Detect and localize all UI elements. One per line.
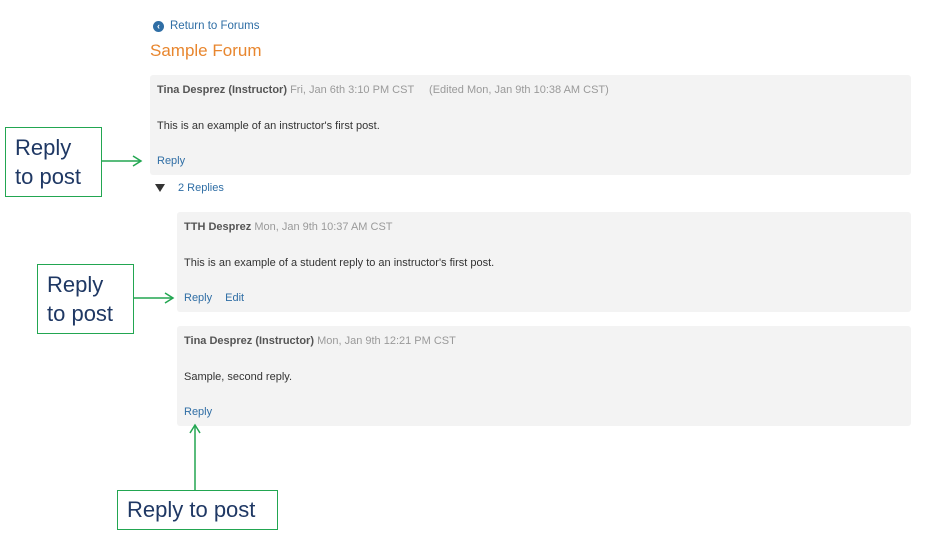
annotation-arrow: [134, 292, 175, 304]
callout-line: to post: [15, 164, 82, 189]
reply-card: TTH Desprez Mon, Jan 9th 10:37 AM CST Th…: [177, 212, 911, 312]
callout-line: Reply to post: [127, 497, 256, 522]
forum-title: Sample Forum: [150, 41, 262, 60]
reply-actions: Reply: [184, 406, 212, 418]
reply-header: TTH Desprez Mon, Jan 9th 10:37 AM CST: [184, 221, 393, 233]
annotation-arrow: [189, 423, 201, 490]
reply-button[interactable]: Reply: [157, 155, 185, 167]
callout-line: to post: [47, 301, 114, 326]
reply-card: Tina Desprez (Instructor) Mon, Jan 9th 1…: [177, 326, 911, 426]
post-actions: Reply: [157, 155, 185, 167]
return-to-forums-label: Return to Forums: [170, 20, 260, 32]
replies-toggle[interactable]: 2 Replies: [155, 182, 224, 194]
reply-author: TTH Desprez: [184, 221, 252, 233]
post-body: This is an example of an instructor's fi…: [157, 120, 380, 132]
reply-date: Mon, Jan 9th 12:21 PM CST: [317, 335, 456, 347]
post-header: Tina Desprez (Instructor) Fri, Jan 6th 3…: [157, 84, 609, 96]
callout-line: Reply: [47, 272, 104, 297]
reply-body: Sample, second reply.: [184, 371, 293, 383]
reply-header: Tina Desprez (Instructor) Mon, Jan 9th 1…: [184, 335, 456, 347]
post-edited-note: (Edited Mon, Jan 9th 10:38 AM CST): [429, 84, 609, 96]
triangle-down-icon: [155, 184, 165, 192]
reply-actions: Reply Edit: [184, 292, 244, 304]
callout-line: Reply: [15, 135, 72, 160]
post-card: Tina Desprez (Instructor) Fri, Jan 6th 3…: [150, 75, 911, 175]
edit-button[interactable]: Edit: [225, 292, 244, 304]
annotation-callout: Reply to post: [117, 490, 278, 530]
annotation-callout: Reply to post: [5, 127, 102, 197]
post-author: Tina Desprez (Instructor): [157, 84, 287, 96]
reply-button[interactable]: Reply: [184, 406, 212, 418]
annotation-callout: Reply to post: [37, 264, 134, 334]
post-date: Fri, Jan 6th 3:10 PM CST: [290, 84, 414, 96]
reply-author: Tina Desprez (Instructor): [184, 335, 314, 347]
reply-button[interactable]: Reply: [184, 292, 212, 304]
annotation-arrow: [102, 155, 143, 167]
reply-body: This is an example of a student reply to…: [184, 257, 495, 269]
return-to-forums-link[interactable]: ‹ Return to Forums: [153, 20, 259, 32]
reply-date: Mon, Jan 9th 10:37 AM CST: [254, 221, 393, 233]
chevron-left-circle-icon: ‹: [153, 20, 164, 32]
replies-count-label: 2 Replies: [178, 182, 224, 194]
